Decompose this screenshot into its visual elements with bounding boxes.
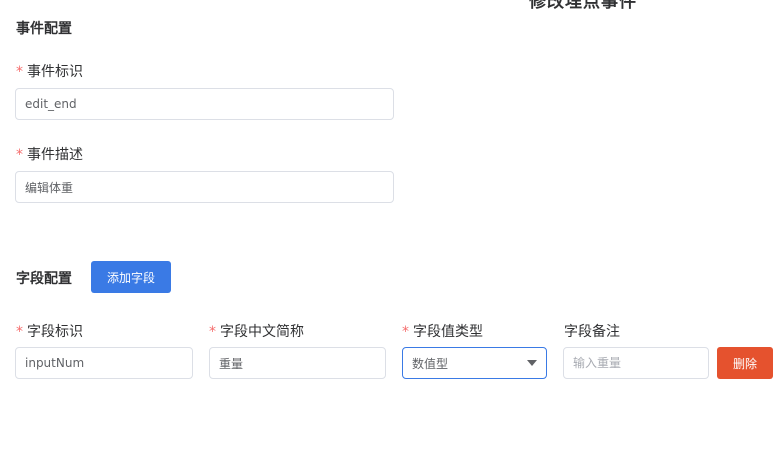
field-id-label: * 字段标识	[16, 324, 83, 340]
event-id-input[interactable]	[15, 88, 394, 120]
add-field-button[interactable]: 添加字段	[91, 261, 171, 293]
required-asterisk: *	[16, 64, 23, 80]
required-asterisk: *	[209, 324, 216, 340]
dialog-title: 修改埋点事件	[529, 0, 637, 12]
field-config-title: 字段配置	[16, 271, 72, 287]
field-value-type-label: * 字段值类型	[402, 324, 483, 340]
field-cn-name-input[interactable]	[209, 347, 386, 379]
event-desc-input[interactable]	[15, 171, 394, 203]
event-config-title: 事件配置	[16, 21, 72, 37]
required-asterisk: *	[402, 324, 409, 340]
field-cn-name-label: * 字段中文简称	[209, 324, 304, 340]
field-note-input[interactable]	[563, 347, 709, 379]
event-id-label: * 事件标识	[16, 64, 83, 80]
delete-field-button[interactable]: 删除	[717, 347, 773, 379]
field-id-input[interactable]	[15, 347, 193, 379]
field-note-label: 字段备注	[564, 324, 620, 340]
chevron-down-icon	[527, 360, 537, 366]
event-edit-page: 修改埋点事件 事件配置 *事件标识 *事件描述 字段配置 添加字段 *字段标识 …	[0, 0, 779, 468]
required-asterisk: *	[16, 147, 23, 163]
event-desc-label: * 事件描述	[16, 147, 83, 163]
field-value-type-selected: 数值型	[412, 356, 449, 371]
field-value-type-select[interactable]: 数值型	[402, 347, 547, 379]
required-asterisk: *	[16, 324, 23, 340]
